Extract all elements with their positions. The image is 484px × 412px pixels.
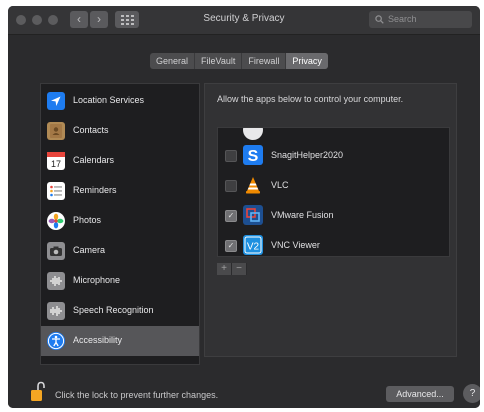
tab-general[interactable]: General <box>150 53 196 69</box>
sidebar-item-location-services[interactable]: Location Services <box>41 86 199 116</box>
sidebar-item-accessibility[interactable]: Accessibility <box>41 326 199 356</box>
list-item[interactable]: VLC <box>218 170 449 200</box>
tab-privacy[interactable]: Privacy <box>286 53 328 69</box>
snagit-icon: S <box>243 145 263 165</box>
app-name: VMware Fusion <box>271 210 334 220</box>
list-item <box>218 128 449 140</box>
app-name: VNC Viewer <box>271 240 320 250</box>
vlc-checkbox[interactable] <box>225 180 237 192</box>
remove-app-button[interactable]: − <box>232 263 247 275</box>
search-placeholder: Search <box>388 14 417 24</box>
accessibility-panel: Allow the apps below to control your com… <box>204 83 457 357</box>
location-arrow-icon <box>47 92 65 110</box>
sidebar-item-label: Accessibility <box>73 335 123 345</box>
title-bar: ‹ › Security & Privacy Search <box>8 6 480 35</box>
sidebar-item-label: Calendars <box>73 155 115 165</box>
speech-waveform-icon <box>47 302 65 320</box>
sidebar-item-label: Speech Recognition <box>73 305 154 315</box>
search-icon <box>375 15 384 24</box>
list-item[interactable]: S SnagitHelper2020 <box>218 140 449 170</box>
tab-bar: General FileVault Firewall Privacy <box>150 53 328 69</box>
svg-text:S: S <box>248 148 259 165</box>
sidebar-item-contacts[interactable]: Contacts <box>41 116 199 146</box>
sidebar-item-label: Location Services <box>73 95 145 105</box>
vmware-fusion-icon <box>243 205 263 225</box>
tab-firewall[interactable]: Firewall <box>242 53 287 69</box>
panel-description: Allow the apps below to control your com… <box>217 94 404 104</box>
sidebar-item-label: Camera <box>73 245 106 255</box>
app-list[interactable]: S SnagitHelper2020 VLC ✓ VMware Fusion ✓… <box>217 127 450 257</box>
svg-text:V2: V2 <box>247 242 260 253</box>
vnc-viewer-checkbox[interactable]: ✓ <box>225 240 237 252</box>
snagit-checkbox[interactable] <box>225 150 237 162</box>
vlc-cone-icon <box>243 175 263 195</box>
sidebar-item-reminders[interactable]: Reminders <box>41 176 199 206</box>
svg-text:17: 17 <box>51 159 61 169</box>
add-remove-controls: + − <box>217 263 247 275</box>
footer-bar: Click the lock to prevent further change… <box>8 375 480 408</box>
reminders-list-icon <box>47 182 65 200</box>
lock-icon[interactable] <box>30 381 46 403</box>
vmware-fusion-checkbox[interactable]: ✓ <box>225 210 237 222</box>
accessibility-icon <box>47 332 65 350</box>
add-app-button[interactable]: + <box>217 263 232 275</box>
sidebar-item-label: Reminders <box>73 185 117 195</box>
sidebar-item-speech-recognition[interactable]: Speech Recognition <box>41 296 199 326</box>
contacts-book-icon <box>47 122 65 140</box>
sidebar-item-label: Photos <box>73 215 102 225</box>
advanced-button[interactable]: Advanced... <box>386 386 454 402</box>
microphone-waveform-icon <box>47 272 65 290</box>
sidebar-item-label: Contacts <box>73 125 109 135</box>
app-name: SnagitHelper2020 <box>271 150 344 160</box>
photos-flower-icon <box>47 212 65 230</box>
tab-filevault[interactable]: FileVault <box>195 53 243 69</box>
sidebar-item-photos[interactable]: Photos <box>41 206 199 236</box>
sidebar-item-calendars[interactable]: 17 Calendars <box>41 146 199 176</box>
list-item[interactable]: ✓ V2 VNC Viewer <box>218 230 449 256</box>
security-privacy-window: ‹ › Security & Privacy Search General Fi… <box>8 6 480 408</box>
vnc-viewer-icon: V2 <box>243 235 263 255</box>
help-button[interactable]: ? <box>463 384 480 403</box>
sidebar-item-microphone[interactable]: Microphone <box>41 266 199 296</box>
calendar-icon: 17 <box>47 152 65 170</box>
preferences-content: General FileVault Firewall Privacy Locat… <box>8 35 480 408</box>
app-name: VLC <box>271 180 289 190</box>
lock-message: Click the lock to prevent further change… <box>55 390 219 400</box>
camera-icon <box>47 242 65 260</box>
sidebar-item-label: Microphone <box>73 275 121 285</box>
list-item[interactable]: ✓ VMware Fusion <box>218 200 449 230</box>
sidebar-item-camera[interactable]: Camera <box>41 236 199 266</box>
search-field[interactable]: Search <box>369 11 472 28</box>
privacy-category-list: Location Services Contacts 17 Calendars … <box>40 83 200 365</box>
app-icon <box>243 128 263 140</box>
